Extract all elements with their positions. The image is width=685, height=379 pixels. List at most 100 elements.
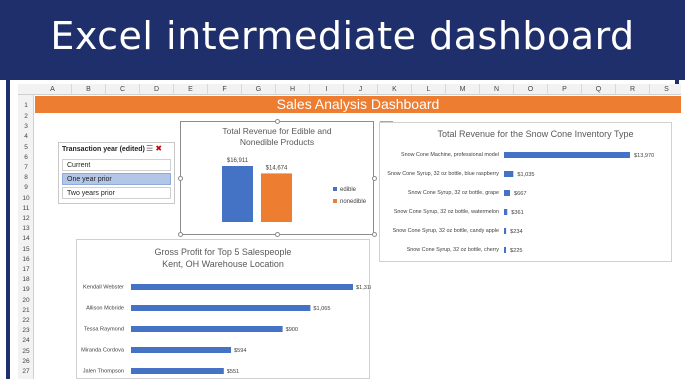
legend-label: edible xyxy=(340,187,357,193)
column-header[interactable]: A xyxy=(34,84,72,95)
bar xyxy=(261,173,292,222)
data-label: $1,065 xyxy=(313,306,330,312)
row-headers: 1 2 3 4 5 6 7 8 9 10 11 12 13 14 15 16 17 18 19 20 21 22 23 24 2… xyxy=(18,95,34,379)
row-header[interactable]: 8 xyxy=(18,174,34,182)
column-header[interactable]: B xyxy=(72,84,106,95)
column-header[interactable]: E xyxy=(174,84,208,95)
category-label: Snow Cone Machine, professional model xyxy=(401,152,499,158)
category-label: Miranda Cordova xyxy=(81,348,125,354)
slicer-item-two-years-prior[interactable]: Two years prior xyxy=(62,187,171,199)
edible-revenue-plot: $16,911 edible $14,674 nonedible xyxy=(222,158,367,222)
row-header[interactable]: 26 xyxy=(18,358,34,366)
row-header[interactable]: 15 xyxy=(18,246,34,254)
row-header[interactable]: 14 xyxy=(18,235,34,243)
row-header[interactable]: 9 xyxy=(18,184,34,192)
column-header[interactable]: O xyxy=(514,84,548,95)
row-header[interactable]: 13 xyxy=(18,225,34,233)
column-header[interactable]: Q xyxy=(582,84,616,95)
resize-handle[interactable] xyxy=(372,176,377,181)
bar xyxy=(131,368,224,374)
column-header[interactable]: H xyxy=(276,84,310,95)
row-header[interactable]: 17 xyxy=(18,266,34,274)
data-label: $551 xyxy=(227,369,239,375)
edible-revenue-chart[interactable]: Total Revenue for Edible and Nonedible P… xyxy=(180,121,374,235)
column-header[interactable]: N xyxy=(480,84,514,95)
column-header[interactable]: G xyxy=(242,84,276,95)
row-header[interactable]: 18 xyxy=(18,276,34,284)
column-header[interactable]: M xyxy=(446,84,480,95)
row-header[interactable]: 6 xyxy=(18,154,34,162)
row-header[interactable]: 12 xyxy=(18,215,34,223)
slicer-item-current[interactable]: Current xyxy=(62,159,171,171)
resize-handle[interactable] xyxy=(275,119,280,124)
salespeople-profit-chart[interactable]: Gross Profit for Top 5 Salespeople Kent,… xyxy=(76,239,371,379)
column-header[interactable]: S xyxy=(650,84,681,95)
data-label: $16,911 xyxy=(227,158,249,164)
row-header[interactable]: 1 xyxy=(18,98,34,113)
data-label: $594 xyxy=(234,348,246,354)
transaction-year-slicer[interactable]: Transaction year (edited) ☰ ✖ Current On… xyxy=(58,142,175,204)
data-label: $14,674 xyxy=(266,165,288,171)
banner-title: Excel intermediate dashboard xyxy=(50,14,635,58)
column-header[interactable]: I xyxy=(310,84,344,95)
bar xyxy=(504,171,514,177)
row-header[interactable]: 3 xyxy=(18,123,34,131)
row-header[interactable]: 4 xyxy=(18,133,34,141)
data-label: $361 xyxy=(511,210,523,216)
row-header[interactable]: 25 xyxy=(18,348,34,356)
category-label: Snow Cone Syrup, 32 oz bottle, blue rasp… xyxy=(387,171,499,177)
column-header[interactable]: K xyxy=(378,84,412,95)
snow-cone-revenue-chart[interactable]: Total Revenue for the Snow Cone Inventor… xyxy=(379,122,672,262)
resize-handle[interactable] xyxy=(275,232,280,237)
column-header[interactable]: D xyxy=(140,84,174,95)
row-header[interactable]: 23 xyxy=(18,327,34,335)
row-header[interactable]: 21 xyxy=(18,307,34,315)
slicer-controls: ☰ ✖ xyxy=(146,144,162,153)
category-label: Allison Mcbride xyxy=(86,306,124,312)
slicer-item-one-year-prior[interactable]: One year prior xyxy=(62,173,171,185)
resize-handle[interactable] xyxy=(372,232,377,237)
row-header[interactable]: 22 xyxy=(18,317,34,325)
legend-label: nonedible xyxy=(340,199,367,205)
row-header[interactable]: 5 xyxy=(18,144,34,152)
salespeople-profit-plot: Kendall Webster $1,318 Allison Mcbride $1,0… xyxy=(81,284,371,375)
row-header[interactable]: 27 xyxy=(18,368,34,376)
excel-sheet: ABCDEFGHIJKLMNOPQRS 1 2 3 4 5 6 7 8 9 10 11 12 13 14 1… xyxy=(18,84,681,379)
bar xyxy=(131,305,311,311)
column-header[interactable]: P xyxy=(548,84,582,95)
bar xyxy=(222,166,253,222)
row-header[interactable]: 24 xyxy=(18,337,34,345)
row-header[interactable]: 16 xyxy=(18,256,34,264)
resize-handle[interactable] xyxy=(178,232,183,237)
category-label: Snow Cone Syrup, 32 oz bottle, grape xyxy=(408,190,499,196)
data-label: $667 xyxy=(514,191,526,197)
row-header[interactable]: 19 xyxy=(18,286,34,294)
multi-select-icon[interactable]: ☰ xyxy=(146,144,153,153)
bar xyxy=(504,190,511,196)
data-label: $225 xyxy=(510,248,522,254)
snow-cone-revenue-plot: Snow Cone Machine, professional model $13… xyxy=(387,152,654,254)
category-label: Tessa Raymond xyxy=(84,327,124,333)
column-header[interactable]: L xyxy=(412,84,446,95)
column-header[interactable]: R xyxy=(616,84,650,95)
category-label: Jalen Thompson xyxy=(83,369,124,375)
row-header[interactable]: 7 xyxy=(18,164,34,172)
row-header[interactable]: 11 xyxy=(18,205,34,213)
row-header[interactable]: 10 xyxy=(18,195,34,203)
column-header[interactable]: J xyxy=(344,84,378,95)
data-label: $13,970 xyxy=(634,153,654,159)
bar xyxy=(504,228,507,234)
row-header[interactable]: 20 xyxy=(18,297,34,305)
legend-marker xyxy=(333,187,337,191)
clear-filter-icon[interactable]: ✖ xyxy=(155,144,162,153)
resize-handle[interactable] xyxy=(178,176,183,181)
dashboard-title: Sales Analysis Dashboard xyxy=(276,96,440,112)
row-header[interactable]: 2 xyxy=(18,113,34,121)
title-banner: Excel intermediate dashboard xyxy=(0,0,685,80)
bar xyxy=(504,152,630,158)
column-header[interactable]: F xyxy=(208,84,242,95)
bar xyxy=(504,247,507,253)
bar xyxy=(131,347,232,353)
bar xyxy=(131,326,283,332)
column-header[interactable]: C xyxy=(106,84,140,95)
